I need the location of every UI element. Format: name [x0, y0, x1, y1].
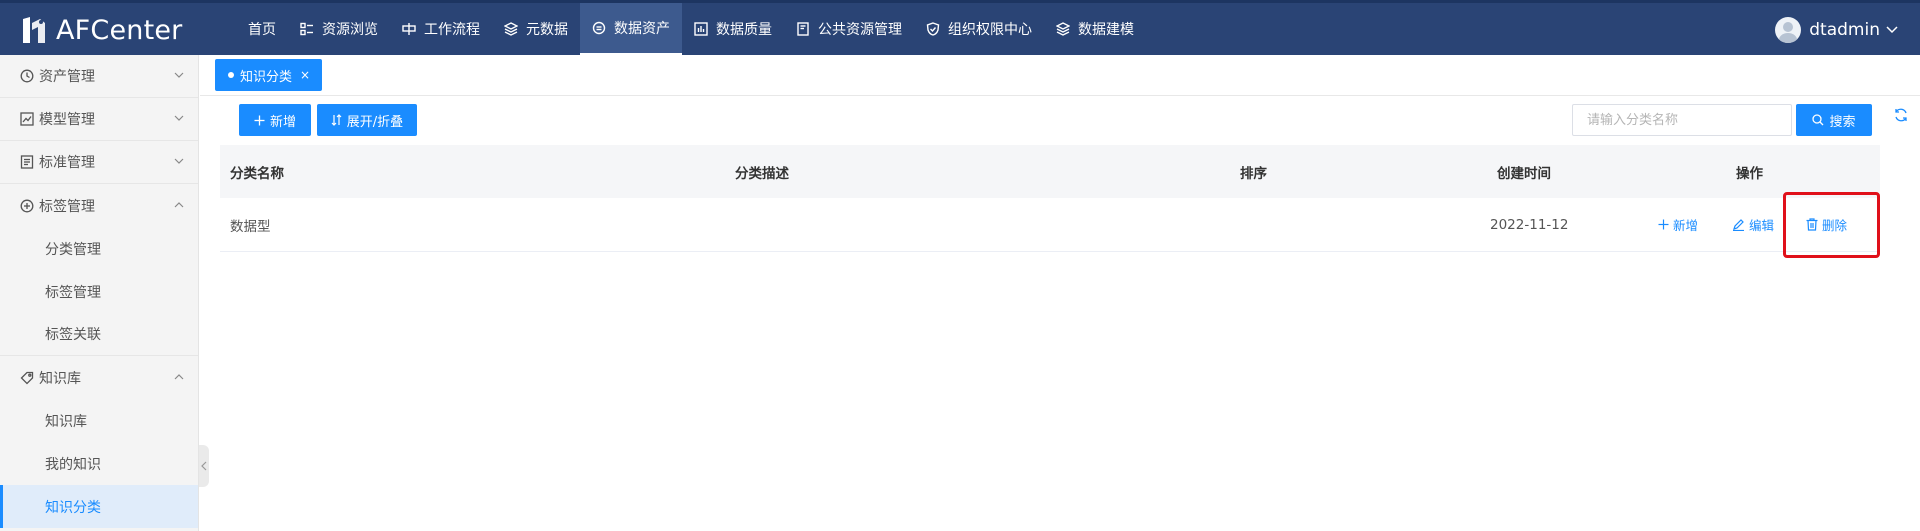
user-menu[interactable]: dtadmin [1775, 17, 1898, 43]
chevron-left-icon [201, 461, 207, 471]
logo-icon [23, 17, 45, 43]
sidebar-collapse-handle[interactable] [199, 445, 209, 487]
expand-collapse-label: 展开/折叠 [346, 114, 404, 130]
sidebar-subitem-tag-management[interactable]: 标签管理 [0, 270, 198, 313]
chevron-down-icon [174, 158, 184, 164]
nav-label: 资源浏览 [322, 22, 378, 38]
plus-circle-icon [20, 199, 34, 212]
add-button-label: 新增 [269, 114, 296, 130]
row-add-label: 新增 [1673, 218, 1699, 233]
sidebar-item-tag-management[interactable]: 标签管理 [0, 184, 198, 227]
nav-item-resource-browse[interactable]: 资源浏览 [288, 3, 390, 55]
document-icon [20, 155, 34, 169]
nav-label: 组织权限中心 [948, 22, 1032, 38]
nav-label: 工作流程 [424, 22, 480, 38]
close-icon[interactable]: × [300, 68, 310, 82]
nav-item-data-asset[interactable]: 数据资产 [580, 3, 682, 55]
nav-item-org-permission[interactable]: 组织权限中心 [914, 3, 1044, 55]
search-icon [1812, 114, 1824, 126]
row-edit-button[interactable]: 编辑 [1732, 215, 1774, 234]
header-created-time: 创建时间 [1497, 165, 1551, 182]
sidebar-subitem-knowledge-category[interactable]: 知识分类 [0, 485, 198, 528]
sort-icon [331, 114, 342, 126]
sidebar-item-label: 知识库 [39, 370, 81, 387]
expand-collapse-button[interactable]: 展开/折叠 [317, 104, 417, 136]
nav-item-data-modeling[interactable]: 数据建模 [1044, 3, 1146, 55]
nav-label: 数据质量 [716, 22, 772, 38]
sidebar-item-knowledge-base[interactable]: 知识库 [0, 356, 198, 399]
search-button-label: 搜索 [1829, 114, 1856, 130]
main-nav: 首页 资源浏览 工作流程 元数据 数据资产 数据质量 公共资源管理 组织权限中心… [236, 3, 1146, 55]
layers-icon [504, 22, 518, 36]
header-category-name: 分类名称 [230, 165, 284, 182]
nav-label: 公共资源管理 [818, 22, 902, 38]
sidebar-subitem-category-management[interactable]: 分类管理 [0, 227, 198, 270]
book-icon [797, 22, 809, 36]
nav-item-workflow[interactable]: 工作流程 [390, 3, 492, 55]
app-logo[interactable]: AFCenter [20, 13, 182, 47]
cell-category-name: 数据型 [230, 218, 271, 235]
header-actions: 操作 [1736, 165, 1763, 182]
row-add-button[interactable]: 新增 [1658, 215, 1698, 234]
chevron-down-icon [174, 115, 184, 121]
nav-item-public-resource[interactable]: 公共资源管理 [784, 3, 914, 55]
sidebar-item-standard-management[interactable]: 标准管理 [0, 141, 198, 184]
add-button[interactable]: 新增 [239, 104, 311, 136]
logo-text: AFCenter [56, 14, 183, 46]
plus-icon [254, 115, 265, 125]
sidebar-item-label: 模型管理 [39, 112, 95, 128]
shield-icon [926, 22, 940, 36]
chevron-down-icon [1886, 26, 1898, 34]
sidebar: 资产管理 模型管理 标准管理 标签管理 分类管理 标签管理 标签关联 知识库 知… [0, 55, 199, 531]
table-row: 数据型 2022-11-12 新增 编辑 删除 [220, 198, 1880, 252]
chevron-up-icon [174, 374, 184, 380]
table-header: 分类名称 分类描述 排序 创建时间 操作 [220, 145, 1880, 198]
sidebar-item-model-management[interactable]: 模型管理 [0, 98, 198, 141]
nav-label: 数据建模 [1078, 22, 1134, 38]
sidebar-subitem-knowledge-base[interactable]: 知识库 [0, 399, 198, 442]
nav-label: 数据资产 [614, 21, 670, 37]
search-button[interactable]: 搜索 [1796, 104, 1872, 136]
chart-icon [694, 22, 708, 36]
sidebar-subitem-tag-association[interactable]: 标签关联 [0, 313, 198, 356]
delete-highlight-box [1783, 192, 1880, 258]
tab-label: 知识分类 [240, 69, 293, 85]
edit-icon [1733, 219, 1744, 231]
sidebar-item-label: 标签管理 [39, 198, 95, 215]
sidebar-item-label: 资产管理 [39, 69, 95, 85]
chevron-up-icon [174, 202, 184, 208]
tab-bar: 知识分类 × [200, 55, 1920, 96]
refresh-icon[interactable] [1893, 107, 1909, 123]
user-name: dtadmin [1809, 20, 1880, 40]
sidebar-item-label: 标准管理 [39, 155, 95, 171]
grid-icon [300, 22, 313, 36]
nav-label: 首页 [248, 22, 276, 38]
chevron-down-icon [174, 72, 184, 78]
category-table: 分类名称 分类描述 排序 创建时间 操作 数据型 2022-11-12 新增 编… [220, 145, 1880, 252]
trend-icon [20, 112, 34, 126]
row-edit-label: 编辑 [1749, 218, 1775, 233]
nav-item-data-quality[interactable]: 数据质量 [682, 3, 784, 55]
avatar [1775, 17, 1802, 43]
top-navbar: AFCenter 首页 资源浏览 工作流程 元数据 数据资产 数据质量 公共资源… [0, 0, 1920, 55]
sidebar-subitem-my-knowledge[interactable]: 我的知识 [0, 442, 198, 485]
tab-knowledge-category[interactable]: 知识分类 × [215, 59, 323, 91]
search-input[interactable] [1572, 104, 1792, 136]
nav-item-home[interactable]: 首页 [236, 3, 288, 55]
tag-icon [20, 371, 34, 384]
clock-icon [20, 69, 34, 83]
layers-icon [1056, 22, 1070, 36]
nav-label: 元数据 [526, 22, 568, 38]
sidebar-item-asset-management[interactable]: 资产管理 [0, 55, 198, 98]
nav-item-metadata[interactable]: 元数据 [492, 3, 580, 55]
asset-icon [592, 21, 606, 35]
header-order: 排序 [1240, 165, 1267, 182]
cell-created-time: 2022-11-12 [1490, 216, 1569, 233]
plus-icon [1658, 219, 1669, 230]
active-dot [228, 72, 234, 78]
workflow-icon [402, 23, 416, 35]
header-category-description: 分类描述 [735, 165, 789, 182]
